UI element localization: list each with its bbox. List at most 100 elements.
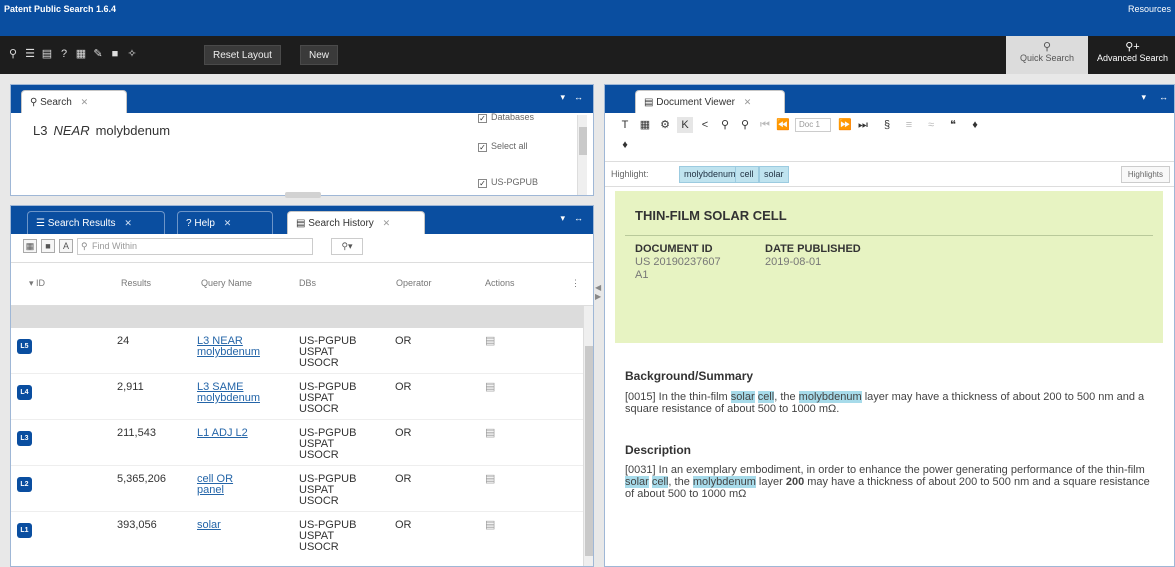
row-query-link[interactable]: solar bbox=[197, 520, 221, 531]
share-icon[interactable]: < bbox=[697, 117, 713, 133]
advanced-search-button[interactable]: ⚲+ Advanced Search bbox=[1090, 36, 1175, 74]
panel-menu-icon[interactable]: ▾ bbox=[1141, 92, 1146, 103]
row-query-link[interactable]: L3 NEAR molybdenum bbox=[197, 336, 260, 358]
search-panel: ⚲ Search ✕ ▾ ↔ L3 NEAR molybdenum ✓ Databas… bbox=[10, 84, 594, 196]
notes-icon[interactable]: ✎ bbox=[91, 46, 105, 62]
checkbox[interactable]: ✓ bbox=[478, 114, 487, 123]
section-dropdown-icon[interactable]: § bbox=[879, 117, 895, 133]
close-icon[interactable]: ✕ bbox=[224, 218, 232, 228]
close-icon[interactable]: ✕ bbox=[744, 97, 752, 107]
maximize-icon[interactable]: ↔ bbox=[574, 213, 583, 223]
query-editor[interactable]: L3 NEAR molybdenum bbox=[33, 123, 170, 138]
column-header-dbs[interactable]: DBs bbox=[299, 278, 316, 288]
row-results: 211,543 bbox=[117, 427, 156, 439]
print-icon[interactable]: ▦ bbox=[23, 239, 37, 253]
html-icon[interactable]: ≈ bbox=[923, 117, 939, 133]
search-icon[interactable]: ⚲ bbox=[6, 46, 20, 62]
tag-search-icon[interactable]: ♦ bbox=[617, 137, 633, 153]
column-header-results[interactable]: Results bbox=[121, 278, 151, 288]
quick-search-label: Quick Search bbox=[1019, 53, 1075, 63]
tab-search[interactable]: ⚲ Search ✕ bbox=[21, 90, 127, 113]
save-icon[interactable]: ■ bbox=[41, 239, 55, 253]
highlight-chip-molybdenum[interactable]: molybdenum bbox=[679, 166, 741, 183]
highlight-term: cell bbox=[651, 476, 669, 488]
next-page-icon[interactable]: ⏩ bbox=[837, 117, 853, 133]
last-page-icon[interactable]: ⏭ bbox=[855, 117, 871, 133]
tag-icon[interactable]: ♦ bbox=[967, 117, 983, 133]
highlight-chip-solar[interactable]: solar bbox=[759, 166, 789, 183]
delete-icon[interactable]: ▤ bbox=[485, 474, 495, 485]
text-image-toggle-icon[interactable]: T bbox=[617, 117, 633, 133]
print-icon[interactable]: ▦ bbox=[637, 117, 653, 133]
highlights-button[interactable]: Highlights bbox=[1120, 166, 1170, 183]
row-id-badge: L1 bbox=[17, 523, 32, 538]
search-options-dropdown[interactable]: ⚲▾ bbox=[331, 238, 363, 255]
table-row[interactable]: L4 2,911 L3 SAME molybdenum US-PGPUB USPAT… bbox=[11, 374, 583, 420]
column-header-operator[interactable]: Operator bbox=[396, 278, 432, 288]
checkbox[interactable]: ✓ bbox=[478, 143, 487, 152]
delete-icon[interactable]: ▤ bbox=[485, 382, 495, 393]
resources-link[interactable]: Resources bbox=[1128, 4, 1171, 14]
table-row[interactable]: L5 24 L3 NEAR molybdenum US-PGPUB USPAT USO… bbox=[11, 328, 583, 374]
results-scrollbar[interactable] bbox=[583, 306, 593, 566]
find-within-input[interactable]: ⚲ Find Within bbox=[77, 238, 313, 255]
databases-option[interactable]: ✓ Databases bbox=[478, 112, 534, 123]
checkbox[interactable]: ✓ bbox=[478, 179, 487, 188]
doc-number-input[interactable]: Doc 1 bbox=[795, 118, 831, 132]
table-row[interactable]: L1 393,056 solar US-PGPUB USPAT USOCR OR ▤ bbox=[11, 512, 583, 558]
panel-resize-handle[interactable] bbox=[285, 192, 321, 198]
font-size-icon[interactable]: A bbox=[59, 239, 73, 253]
help-icon[interactable]: ? bbox=[57, 46, 71, 62]
row-query-link[interactable]: cell OR panel bbox=[197, 474, 233, 496]
claims-icon[interactable]: ≡ bbox=[901, 117, 917, 133]
kwic-icon[interactable]: K bbox=[677, 117, 693, 133]
previous-page-icon[interactable]: ⏪ bbox=[775, 117, 791, 133]
tab-search-history[interactable]: ▤ Search History ✕ bbox=[287, 211, 425, 234]
search-results-icon[interactable]: ☰ bbox=[23, 46, 37, 62]
maximize-icon[interactable]: ↔ bbox=[574, 92, 583, 102]
new-button[interactable]: New bbox=[300, 45, 339, 65]
close-icon[interactable]: ✕ bbox=[383, 218, 391, 228]
close-icon[interactable]: ✕ bbox=[124, 218, 132, 228]
delete-icon[interactable]: ▤ bbox=[485, 520, 495, 531]
column-header-actions[interactable]: Actions bbox=[485, 278, 515, 288]
reset-layout-button[interactable]: Reset Layout bbox=[204, 45, 281, 65]
delete-icon[interactable]: ▤ bbox=[485, 428, 495, 439]
settings-icon[interactable]: ⚙ bbox=[657, 117, 673, 133]
column-menu-icon[interactable]: ⋮ bbox=[571, 278, 580, 289]
search-dropdown-icon[interactable]: ⚲ bbox=[717, 117, 733, 133]
column-header-id[interactable]: ▾ ID bbox=[29, 278, 45, 289]
row-query-link[interactable]: L3 SAME molybdenum bbox=[197, 382, 260, 404]
first-page-icon[interactable]: ⏮ bbox=[757, 117, 773, 133]
documents-icon[interactable]: ▤ bbox=[40, 46, 54, 62]
options-scrollbar[interactable] bbox=[577, 115, 587, 195]
delete-icon[interactable]: ▤ bbox=[485, 336, 495, 347]
tab-document-viewer[interactable]: ▤ Document Viewer ✕ bbox=[635, 90, 785, 113]
layout-icon[interactable]: ■ bbox=[108, 46, 122, 62]
pin-icon[interactable]: ✧ bbox=[125, 46, 139, 62]
row-results: 5,365,206 bbox=[117, 473, 166, 485]
highlight-term: cell bbox=[757, 391, 775, 403]
row-query-link[interactable]: L1 ADJ L2 bbox=[197, 428, 248, 439]
us-pgpub-option[interactable]: ✓ US-PGPUB bbox=[478, 177, 538, 188]
column-header-query-name[interactable]: Query Name bbox=[201, 278, 252, 288]
section-body-background: [0015] In the thin-film solar cell, the … bbox=[625, 391, 1145, 415]
print-icon[interactable]: ▦ bbox=[74, 46, 88, 62]
scrollbar-thumb[interactable] bbox=[585, 346, 593, 556]
tab-help[interactable]: ? Help ✕ bbox=[177, 211, 273, 234]
table-row[interactable]: L2 5,365,206 cell OR panel US-PGPUB USPAT U… bbox=[11, 466, 583, 512]
tab-search-results[interactable]: ☰ Search Results ✕ bbox=[27, 211, 165, 234]
quick-search-button[interactable]: ⚲ Quick Search bbox=[1006, 36, 1088, 74]
scrollbar-thumb[interactable] bbox=[579, 127, 587, 155]
vertical-splitter-handle[interactable]: ◀ ▶ bbox=[595, 283, 601, 323]
maximize-icon[interactable]: ↔ bbox=[1159, 92, 1168, 102]
search-icon: ⚲ bbox=[30, 97, 38, 108]
select-all-option[interactable]: ✓ Select all bbox=[478, 141, 528, 152]
quote-icon[interactable]: ❝ bbox=[945, 117, 961, 133]
zoom-icon[interactable]: ⚲ bbox=[737, 117, 753, 133]
highlight-chip-cell[interactable]: cell bbox=[735, 166, 759, 183]
panel-menu-icon[interactable]: ▾ bbox=[560, 92, 565, 103]
table-row[interactable]: L3 211,543 L1 ADJ L2 US-PGPUB USPAT USOCR … bbox=[11, 420, 583, 466]
close-icon[interactable]: ✕ bbox=[81, 97, 89, 107]
panel-menu-icon[interactable]: ▾ bbox=[560, 213, 565, 224]
